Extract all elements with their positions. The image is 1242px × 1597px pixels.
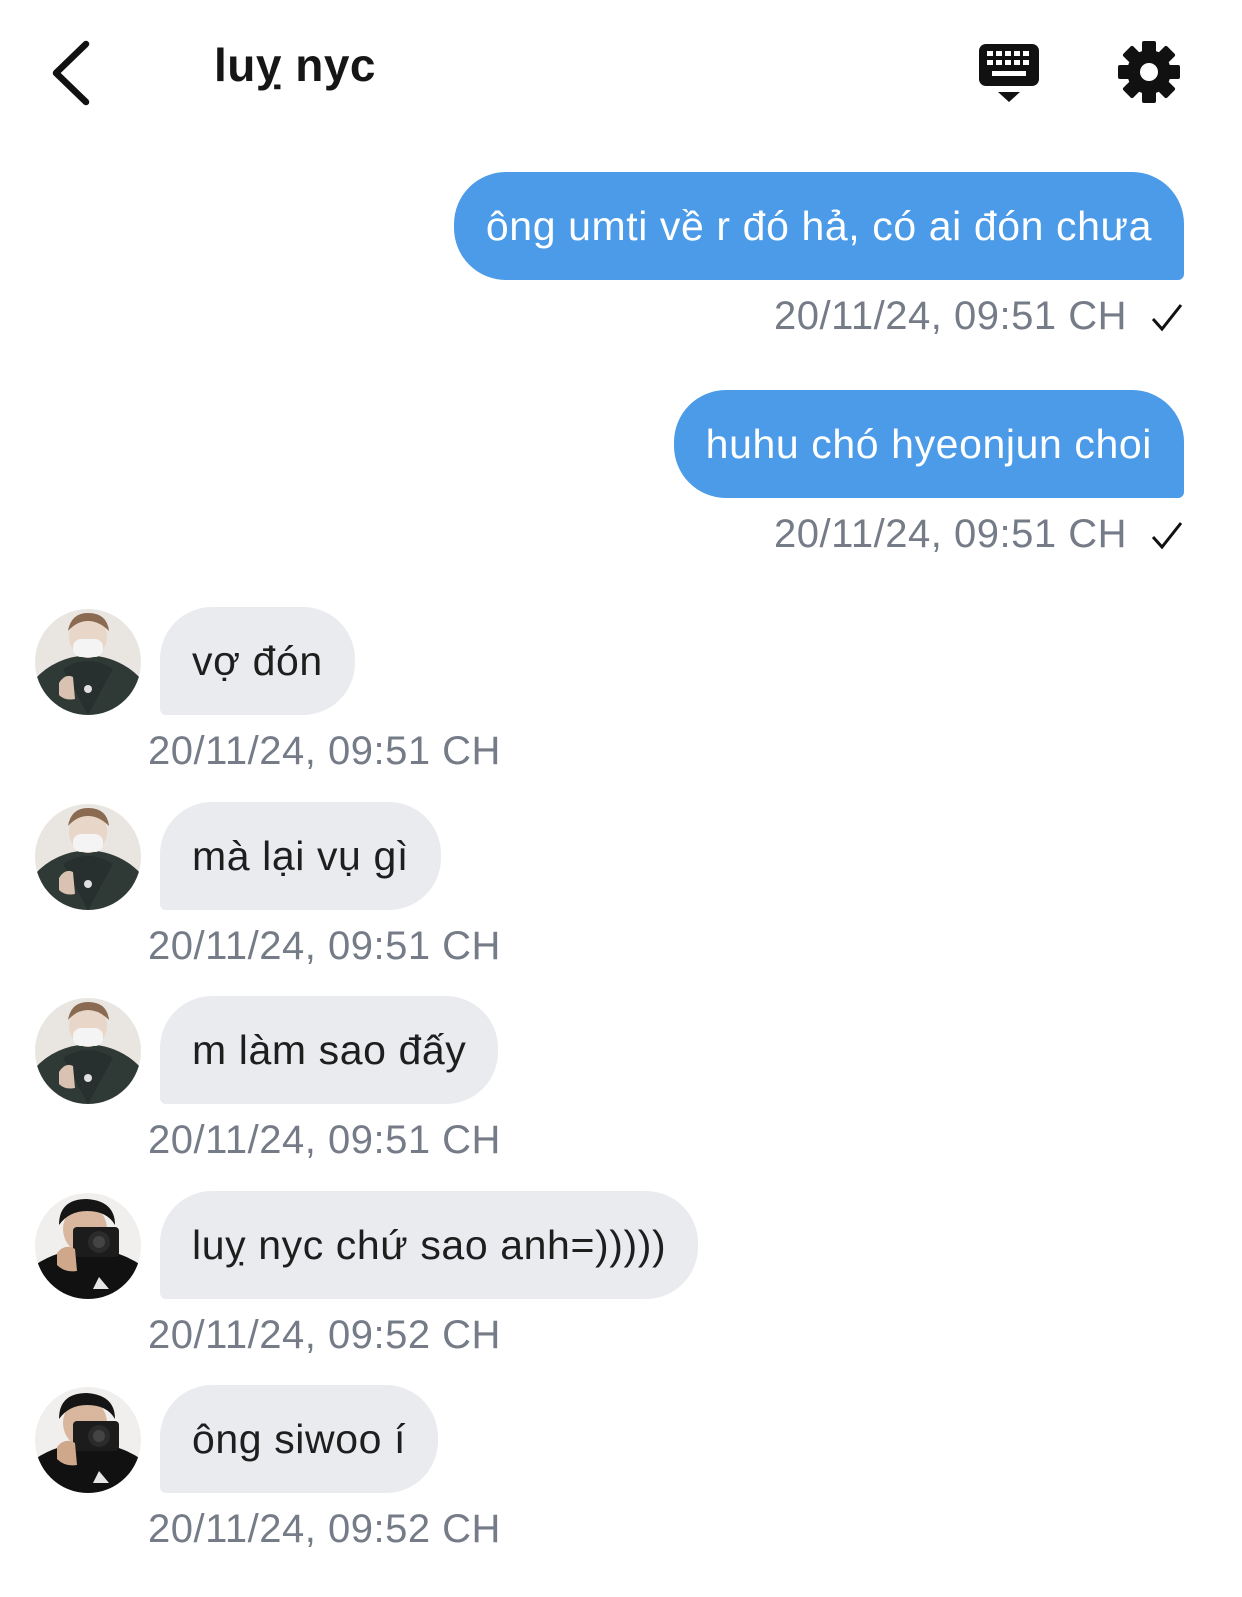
message-timestamp: 20/11/24, 09:51 CH <box>148 1118 501 1162</box>
incoming-message-bubble[interactable]: mà lại vụ gì <box>160 802 441 910</box>
keyboard-button[interactable] <box>978 40 1042 110</box>
message-text: ông umti về r đó hả, có ai đón chưa <box>485 202 1152 249</box>
keyboard-icon <box>979 44 1039 102</box>
incoming-message-bubble[interactable]: vợ đón <box>160 607 355 715</box>
message-timestamp: 20/11/24, 09:51 CH <box>148 924 501 968</box>
avatar[interactable] <box>35 804 141 910</box>
message-text: huhu chó hyeonjun choi <box>705 420 1152 467</box>
message-timestamp: 20/11/24, 09:52 CH <box>148 1507 501 1551</box>
incoming-message-bubble[interactable]: luỵ nyc chứ sao anh=))))) <box>160 1191 699 1299</box>
message-timestamp: 20/11/24, 09:51 CH <box>774 512 1127 556</box>
gear-icon <box>1118 41 1180 103</box>
checkmark-icon <box>1151 522 1183 550</box>
back-button[interactable] <box>30 28 110 118</box>
avatar-2-image <box>35 1193 141 1299</box>
avatar[interactable] <box>35 1193 141 1299</box>
avatar-2-image <box>35 1387 141 1493</box>
chat-title: luỵ nyc <box>214 39 377 91</box>
incoming-message-bubble[interactable]: ông siwoo í <box>160 1385 439 1493</box>
settings-button[interactable] <box>1117 40 1181 104</box>
message-text: ông siwoo í <box>192 1415 407 1462</box>
message-timestamp: 20/11/24, 09:51 CH <box>148 729 501 773</box>
message-text: mà lại vụ gì <box>192 832 409 879</box>
checkmark-icon <box>1151 304 1183 332</box>
avatar-1-image <box>35 609 141 715</box>
message-text: m làm sao đấy <box>192 1026 467 1073</box>
message-text: vợ đón <box>192 637 323 684</box>
incoming-message-bubble[interactable]: m làm sao đấy <box>160 996 499 1104</box>
avatar-1-image <box>35 998 141 1104</box>
chevron-left-icon <box>52 40 90 106</box>
message-timestamp: 20/11/24, 09:51 CH <box>774 294 1127 338</box>
outgoing-message-bubble[interactable]: huhu chó hyeonjun choi <box>673 390 1184 498</box>
avatar[interactable] <box>35 998 141 1104</box>
message-timestamp: 20/11/24, 09:52 CH <box>148 1313 501 1357</box>
message-text: luỵ nyc chứ sao anh=))))) <box>192 1221 667 1268</box>
outgoing-message-bubble[interactable]: ông umti về r đó hả, có ai đón chưa <box>453 172 1184 280</box>
chat-header: luỵ nyc <box>0 0 1242 150</box>
avatar[interactable] <box>35 1387 141 1493</box>
avatar-1-image <box>35 804 141 910</box>
avatar[interactable] <box>35 609 141 715</box>
